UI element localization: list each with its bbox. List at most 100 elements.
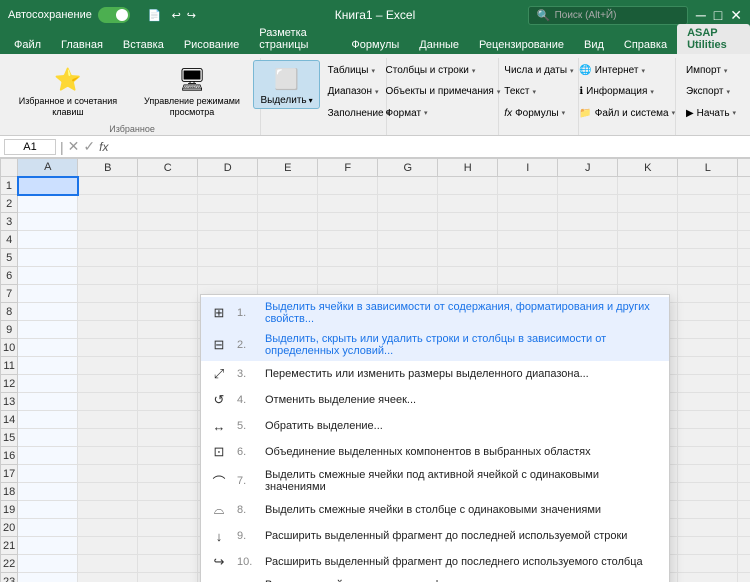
cell-D4[interactable] xyxy=(198,231,258,249)
cell-C10[interactable] xyxy=(138,339,198,357)
cell-M11[interactable] xyxy=(738,357,750,375)
col-header-K[interactable]: K xyxy=(618,159,678,177)
cell-K2[interactable] xyxy=(618,195,678,213)
row-header-10[interactable]: 10 xyxy=(1,339,18,357)
cell-L11[interactable] xyxy=(678,357,738,375)
cell-C6[interactable] xyxy=(138,267,198,285)
cell-M10[interactable] xyxy=(738,339,750,357)
cell-L2[interactable] xyxy=(678,195,738,213)
col-header-H[interactable]: H xyxy=(438,159,498,177)
cell-F3[interactable] xyxy=(318,213,378,231)
menu-item-5[interactable]: ↔5.Обратить выделение... xyxy=(201,413,669,439)
cell-C23[interactable] xyxy=(138,573,198,582)
cell-L9[interactable] xyxy=(678,321,738,339)
cell-A19[interactable] xyxy=(18,501,78,519)
cell-M21[interactable] xyxy=(738,537,750,555)
cell-B12[interactable] xyxy=(78,375,138,393)
cell-M18[interactable] xyxy=(738,483,750,501)
view-mode-button[interactable]: 🖥 Управление режимами просмотра xyxy=(130,60,254,122)
ribbon-tab-главная[interactable]: Главная xyxy=(51,36,113,54)
col-header-A[interactable]: A xyxy=(18,159,78,177)
cell-J2[interactable] xyxy=(558,195,618,213)
row-header-22[interactable]: 22 xyxy=(1,555,18,573)
menu-item-8[interactable]: ⌓8.Выделить смежные ячейки в столбце с о… xyxy=(201,497,669,523)
col-header-I[interactable]: I xyxy=(498,159,558,177)
ribbon-tab-справка[interactable]: Справка xyxy=(614,36,677,54)
cell-A3[interactable] xyxy=(18,213,78,231)
row-header-5[interactable]: 5 xyxy=(1,249,18,267)
row-header-15[interactable]: 15 xyxy=(1,429,18,447)
cell-C3[interactable] xyxy=(138,213,198,231)
cell-A2[interactable] xyxy=(18,195,78,213)
cell-L22[interactable] xyxy=(678,555,738,573)
cell-M4[interactable] xyxy=(738,231,750,249)
cell-L12[interactable] xyxy=(678,375,738,393)
cell-I4[interactable] xyxy=(498,231,558,249)
menu-item-2[interactable]: ⊟2.Выделить, скрыть или удалить строки и… xyxy=(201,329,669,361)
col-header-L[interactable]: L xyxy=(678,159,738,177)
cell-A16[interactable] xyxy=(18,447,78,465)
cell-H2[interactable] xyxy=(438,195,498,213)
col-header-B[interactable]: B xyxy=(78,159,138,177)
cell-D2[interactable] xyxy=(198,195,258,213)
col-header-M[interactable]: M xyxy=(738,159,750,177)
cell-B17[interactable] xyxy=(78,465,138,483)
cell-B9[interactable] xyxy=(78,321,138,339)
close-button[interactable]: ✕ xyxy=(730,7,742,24)
cell-J5[interactable] xyxy=(558,249,618,267)
cell-H4[interactable] xyxy=(438,231,498,249)
cell-C17[interactable] xyxy=(138,465,198,483)
autosave-toggle[interactable] xyxy=(98,7,130,23)
cell-C22[interactable] xyxy=(138,555,198,573)
row-header-2[interactable]: 2 xyxy=(1,195,18,213)
cell-B16[interactable] xyxy=(78,447,138,465)
cell-H3[interactable] xyxy=(438,213,498,231)
cell-C15[interactable] xyxy=(138,429,198,447)
cell-B18[interactable] xyxy=(78,483,138,501)
ribbon-tab-вид[interactable]: Вид xyxy=(574,36,614,54)
start-button[interactable]: ▶ Начать ▾ xyxy=(682,106,740,121)
cell-C20[interactable] xyxy=(138,519,198,537)
cell-F6[interactable] xyxy=(318,267,378,285)
cell-M6[interactable] xyxy=(738,267,750,285)
row-header-1[interactable]: 1 xyxy=(1,177,18,195)
cell-A9[interactable] xyxy=(18,321,78,339)
cell-A10[interactable] xyxy=(18,339,78,357)
cell-C7[interactable] xyxy=(138,285,198,303)
cell-D1[interactable] xyxy=(198,177,258,195)
cell-L15[interactable] xyxy=(678,429,738,447)
cell-B7[interactable] xyxy=(78,285,138,303)
format-button[interactable]: Формат ▾ xyxy=(382,106,505,121)
cell-I5[interactable] xyxy=(498,249,558,267)
cell-E2[interactable] xyxy=(258,195,318,213)
cell-B20[interactable] xyxy=(78,519,138,537)
cell-D5[interactable] xyxy=(198,249,258,267)
text-button[interactable]: Текст ▾ xyxy=(500,84,577,99)
cell-K1[interactable] xyxy=(618,177,678,195)
ribbon-tab-формулы[interactable]: Формулы xyxy=(341,36,409,54)
cell-C11[interactable] xyxy=(138,357,198,375)
ribbon-tab-asaputilities[interactable]: ASAP Utilities xyxy=(677,24,750,54)
menu-item-10[interactable]: ↪10.Расширить выделенный фрагмент до пос… xyxy=(201,549,669,575)
cell-H1[interactable] xyxy=(438,177,498,195)
cell-G1[interactable] xyxy=(378,177,438,195)
cell-M3[interactable] xyxy=(738,213,750,231)
internet-button[interactable]: 🌐 Интернет ▾ xyxy=(575,63,679,78)
ribbon-tab-разметкастраницы[interactable]: Разметка страницы xyxy=(249,24,341,54)
cell-G4[interactable] xyxy=(378,231,438,249)
cell-B6[interactable] xyxy=(78,267,138,285)
cell-C16[interactable] xyxy=(138,447,198,465)
cell-M17[interactable] xyxy=(738,465,750,483)
cell-L4[interactable] xyxy=(678,231,738,249)
cell-K5[interactable] xyxy=(618,249,678,267)
cell-M12[interactable] xyxy=(738,375,750,393)
cell-A17[interactable] xyxy=(18,465,78,483)
cell-E1[interactable] xyxy=(258,177,318,195)
search-box[interactable]: 🔍 Поиск (Alt+Й) xyxy=(528,6,688,25)
cell-L3[interactable] xyxy=(678,213,738,231)
cell-M15[interactable] xyxy=(738,429,750,447)
cell-L14[interactable] xyxy=(678,411,738,429)
cell-A21[interactable] xyxy=(18,537,78,555)
row-header-12[interactable]: 12 xyxy=(1,375,18,393)
cell-L7[interactable] xyxy=(678,285,738,303)
